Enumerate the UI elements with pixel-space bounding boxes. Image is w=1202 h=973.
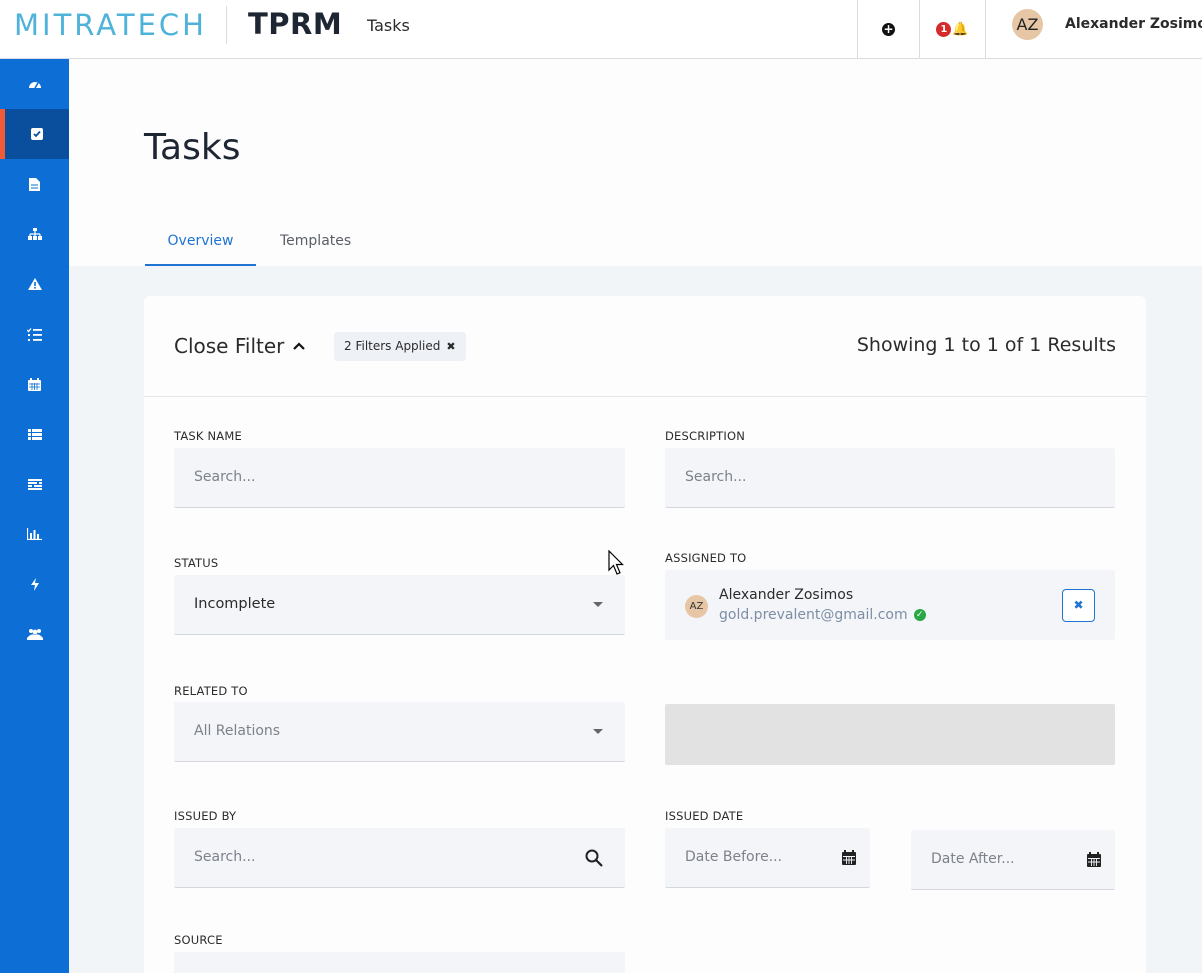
source-input[interactable] (174, 952, 625, 973)
logo-divider (226, 6, 227, 44)
warning-icon (27, 278, 42, 290)
caret-down-icon (593, 602, 603, 607)
assigned-to-field[interactable]: AZ Alexander Zosimos gold.prevalent@gmai… (665, 570, 1115, 640)
source-label: SOURCE (174, 933, 223, 947)
stacked-list-icon (27, 478, 42, 490)
top-bar: MITRATECH TPRM Tasks + 1 🔔 AZ Alexander … (0, 0, 1202, 59)
sidebar-item-dashboard[interactable] (0, 59, 69, 109)
tab-templates[interactable]: Templates (280, 233, 351, 266)
user-name: Alexander Zosimos (1065, 16, 1202, 32)
assignee-email-row: gold.prevalent@gmail.com ✓ (719, 607, 926, 623)
assignee-email: gold.prevalent@gmail.com (719, 607, 908, 623)
related-to-select[interactable]: All Relations (174, 702, 625, 762)
calendar-icon (28, 377, 41, 391)
disabled-field (665, 704, 1115, 765)
filters-applied-chip[interactable]: 2 Filters Applied ✖ (334, 332, 466, 361)
filters-applied-label: 2 Filters Applied (344, 339, 441, 353)
sidebar-item-checklists[interactable] (0, 309, 69, 359)
date-before-input[interactable]: Date Before... (665, 828, 870, 888)
status-value: Incomplete (194, 596, 276, 612)
sidebar-item-stacked-list[interactable] (0, 459, 69, 509)
related-to-value: All Relations (194, 723, 281, 739)
calendar-icon[interactable] (1087, 852, 1101, 867)
sidebar-item-calendar[interactable] (0, 359, 69, 409)
sidebar-item-users[interactable] (0, 609, 69, 659)
user-menu[interactable]: AZ Alexander Zosimos (985, 0, 1202, 59)
assignee-avatar: AZ (685, 595, 708, 618)
task-name-label: TASK NAME (174, 429, 242, 443)
issued-by-placeholder: Search... (194, 849, 256, 865)
sidebar-item-list[interactable] (0, 409, 69, 459)
sidebar (0, 59, 69, 973)
verified-check-icon: ✓ (913, 609, 926, 621)
search-icon (585, 849, 603, 867)
date-before-placeholder: Date Before... (685, 849, 783, 865)
description-label: DESCRIPTION (665, 429, 746, 443)
date-after-input[interactable]: Date After... (911, 830, 1115, 890)
bar-chart-icon (27, 528, 42, 540)
plus-circle-icon: + (882, 22, 895, 36)
description-input[interactable]: Search... (665, 448, 1115, 508)
close-filter-label: Close Filter (174, 334, 285, 358)
description-placeholder: Search... (685, 469, 747, 485)
sidebar-item-automation[interactable] (0, 559, 69, 609)
add-button[interactable]: + (857, 0, 919, 59)
list-icon (27, 428, 42, 440)
results-count: Showing 1 to 1 of 1 Results (856, 334, 1116, 356)
task-name-input[interactable]: Search... (174, 448, 625, 508)
related-to-label: RELATED TO (174, 684, 248, 698)
calendar-icon[interactable] (842, 850, 856, 865)
tab-overview[interactable]: Overview (145, 233, 256, 266)
mouse-cursor-icon (608, 550, 624, 575)
status-label: STATUS (174, 556, 219, 570)
sidebar-item-documents[interactable] (0, 159, 69, 209)
checklist-icon (27, 327, 42, 341)
assigned-to-label: ASSIGNED TO (665, 551, 747, 565)
sidebar-item-risks[interactable] (0, 259, 69, 309)
filter-header: Close Filter 2 Filters Applied ✖ Showing… (144, 296, 1146, 397)
close-filter-toggle[interactable]: Close Filter (174, 334, 306, 358)
org-chart-icon (27, 228, 42, 240)
sidebar-item-reports[interactable] (0, 509, 69, 559)
avatar: AZ (1012, 9, 1043, 40)
users-icon (26, 629, 43, 640)
dashboard-icon (28, 82, 41, 89)
remove-assignee-button[interactable]: ✖ (1062, 589, 1095, 622)
document-icon (29, 177, 40, 191)
status-select[interactable]: Incomplete (174, 575, 625, 635)
issued-date-label: ISSUED DATE (665, 809, 744, 823)
date-after-placeholder: Date After... (931, 851, 1015, 867)
mitratech-logo[interactable]: MITRATECH (14, 8, 207, 42)
top-page-title: Tasks (367, 16, 410, 35)
sidebar-item-tasks[interactable] (0, 109, 69, 159)
bell-icon: 🔔 (952, 22, 969, 37)
clear-filters-icon[interactable]: ✖ (446, 332, 455, 361)
sidebar-item-organization[interactable] (0, 209, 69, 259)
caret-down-icon (593, 729, 603, 734)
tasks-check-icon (31, 128, 43, 140)
assignee-name: Alexander Zosimos (719, 587, 854, 603)
issued-by-label: ISSUED BY (174, 809, 237, 823)
chevron-up-icon (293, 342, 306, 350)
page-header: Tasks Overview Templates (69, 59, 1202, 266)
notifications-button[interactable]: 1 🔔 (919, 0, 985, 59)
notification-count-badge: 1 (936, 22, 952, 37)
page-title: Tasks (144, 127, 241, 168)
issued-by-input[interactable]: Search... (174, 828, 625, 888)
task-name-placeholder: Search... (194, 469, 256, 485)
filter-card: Close Filter 2 Filters Applied ✖ Showing… (144, 296, 1146, 973)
product-name[interactable]: TPRM (248, 7, 342, 41)
lightning-icon (30, 577, 39, 591)
